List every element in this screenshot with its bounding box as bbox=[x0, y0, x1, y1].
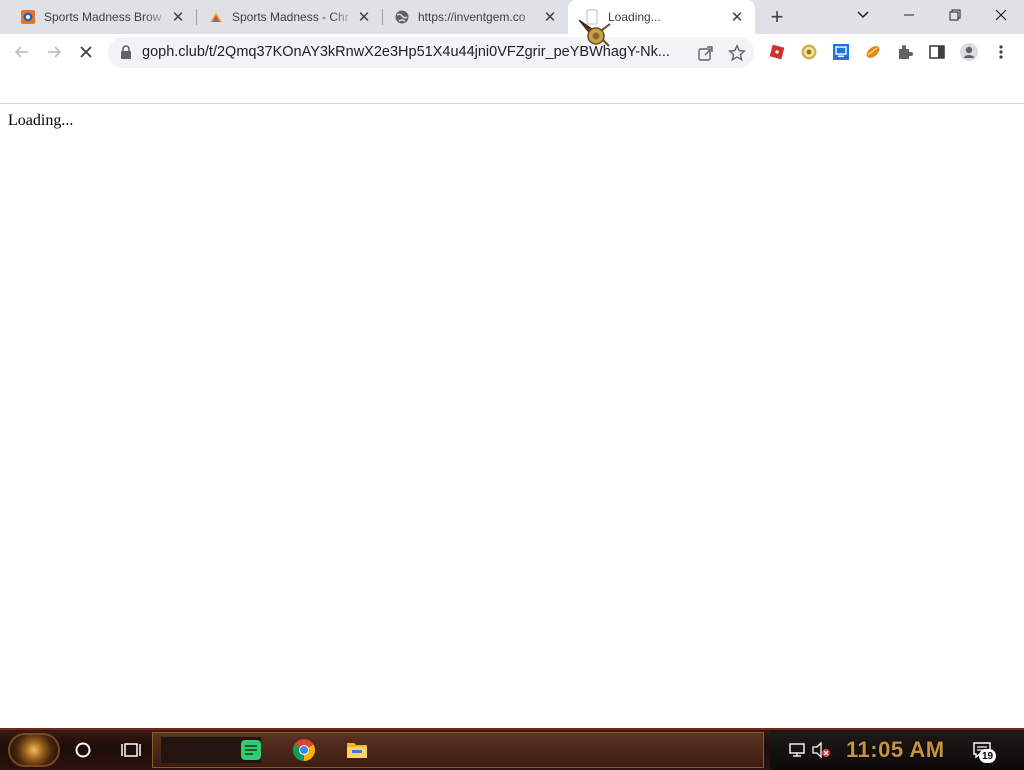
notification-count-badge: 19 bbox=[979, 749, 996, 763]
globe-icon bbox=[394, 9, 410, 25]
arrow-left-icon bbox=[14, 46, 28, 58]
tab-title: Sports Madness Brow bbox=[44, 10, 162, 24]
loading-text: Loading... bbox=[8, 112, 74, 129]
close-window-button[interactable] bbox=[978, 0, 1024, 30]
minimize-icon bbox=[904, 14, 914, 16]
tab-sports-madness-chrome[interactable]: Sports Madness - Chr ✕ bbox=[196, 0, 382, 34]
lock-icon bbox=[121, 45, 131, 59]
volume-muted-icon[interactable] bbox=[810, 734, 832, 766]
taskbar-clock[interactable]: 11:05 AM bbox=[846, 734, 945, 766]
sidepanel-icon[interactable] bbox=[927, 42, 947, 62]
file-explorer-icon[interactable] bbox=[340, 734, 374, 766]
stop-loading-button[interactable] bbox=[72, 38, 100, 66]
minimize-button[interactable] bbox=[886, 0, 932, 30]
address-bar[interactable]: goph.club/t/2Qmq37KOnAY3kRnwX2e3Hp51X4u4… bbox=[108, 37, 754, 68]
browser-toolbar: goph.club/t/2Qmq37KOnAY3kRnwX2e3Hp51X4u4… bbox=[0, 34, 1024, 71]
task-view-icon[interactable] bbox=[114, 734, 148, 766]
tab-search-button[interactable] bbox=[840, 0, 886, 30]
tab-close-icon[interactable]: ✕ bbox=[356, 9, 372, 25]
sports-madness-icon bbox=[20, 9, 36, 25]
roblox-icon[interactable] bbox=[767, 42, 787, 62]
stop-x-icon bbox=[80, 46, 92, 58]
tab-close-icon[interactable]: ✕ bbox=[170, 9, 186, 25]
kebab-menu-icon[interactable] bbox=[991, 42, 1011, 62]
chevron-down-icon bbox=[857, 11, 869, 19]
network-icon[interactable] bbox=[786, 734, 808, 766]
restore-icon bbox=[949, 9, 961, 21]
custom-cursor-icon bbox=[578, 19, 611, 47]
taskbar: 11:05 AM bbox=[0, 728, 1024, 770]
bookmarks-bar bbox=[0, 71, 1024, 104]
puzzle-icon[interactable] bbox=[895, 42, 915, 62]
back-button[interactable] bbox=[8, 38, 36, 66]
notes-app-icon[interactable] bbox=[234, 734, 268, 766]
tab-title: Loading... bbox=[608, 10, 661, 24]
share-icon[interactable] bbox=[696, 43, 716, 63]
arrow-right-icon bbox=[48, 46, 62, 58]
start-button[interactable] bbox=[8, 733, 60, 767]
chrome-icon[interactable] bbox=[286, 734, 322, 766]
close-icon bbox=[995, 9, 1007, 21]
monitor-icon[interactable] bbox=[831, 42, 851, 62]
forward-button[interactable] bbox=[40, 38, 68, 66]
restore-button[interactable] bbox=[932, 0, 978, 30]
candy-icon[interactable] bbox=[863, 42, 883, 62]
profile-icon[interactable] bbox=[959, 42, 979, 62]
coin-icon[interactable] bbox=[799, 42, 819, 62]
cortana-icon[interactable] bbox=[66, 734, 100, 766]
bookmark-star-icon[interactable] bbox=[727, 43, 747, 63]
tab-title: https://inventgem.co bbox=[418, 10, 526, 24]
tab-strip: Sports Madness Brow ✕ Sports Madness - C… bbox=[0, 0, 1024, 34]
tab-close-icon[interactable]: ✕ bbox=[729, 9, 745, 25]
tab-inventgem[interactable]: https://inventgem.co ✕ bbox=[382, 0, 568, 34]
new-tab-button[interactable]: + bbox=[765, 5, 789, 29]
page-content: Loading... bbox=[0, 104, 1024, 728]
chrome-store-rainbow-icon bbox=[208, 9, 224, 25]
tab-sports-madness-browser[interactable]: Sports Madness Brow ✕ bbox=[0, 0, 196, 34]
tab-close-icon[interactable]: ✕ bbox=[542, 9, 558, 25]
tab-title: Sports Madness - Chr bbox=[232, 10, 349, 24]
